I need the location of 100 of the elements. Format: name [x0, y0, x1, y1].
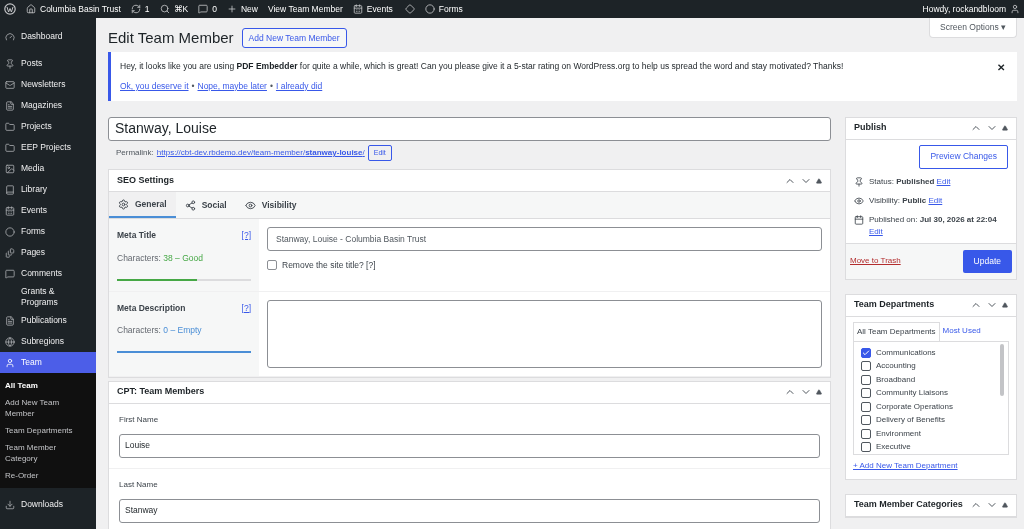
- title-field[interactable]: Stanway, Louise: [108, 116, 831, 141]
- checkbox-label: Accounting: [876, 360, 916, 372]
- checkbox[interactable]: [861, 428, 871, 439]
- checkbox[interactable]: [861, 361, 871, 371]
- wordpress-logo-icon[interactable]: [4, 3, 16, 15]
- collapse-icon[interactable]: [816, 389, 822, 395]
- seo-tab[interactable]: Visibility: [235, 192, 306, 218]
- collapse-icon[interactable]: [1002, 302, 1008, 308]
- text-field[interactable]: Stanway: [119, 498, 820, 523]
- checkbox-label: Remove the site title? [?]: [282, 259, 376, 272]
- category-tab[interactable]: Most Used: [939, 321, 984, 341]
- sidebar-item[interactable]: Comments: [0, 263, 96, 284]
- help-link[interactable]: [?]: [241, 229, 251, 242]
- sidebar-item[interactable]: EEP Projects: [0, 137, 96, 158]
- seo-tab[interactable]: General: [109, 192, 176, 218]
- document-icon: [5, 100, 15, 111]
- home-icon[interactable]: [26, 4, 36, 14]
- notice-link[interactable]: Ok, you deserve it: [120, 79, 189, 93]
- sidebar-item[interactable]: Downloads: [0, 494, 96, 515]
- search-icon[interactable]: [159, 4, 170, 14]
- submenu-item[interactable]: All Team: [0, 377, 80, 394]
- checkbox[interactable]: [861, 374, 871, 385]
- checkbox[interactable]: [267, 260, 277, 271]
- admin-bar-link[interactable]: 0: [212, 2, 217, 16]
- checkbox[interactable]: [861, 388, 871, 398]
- sidebar-item[interactable]: Newsletters: [0, 74, 96, 95]
- trash-link[interactable]: Move to Trash: [850, 255, 901, 267]
- add-department-link[interactable]: + Add New Team Department: [853, 459, 1009, 472]
- checkbox[interactable]: [861, 442, 871, 452]
- circle-icon[interactable]: [424, 4, 435, 14]
- mail-icon: [5, 79, 15, 90]
- image-icon: [5, 163, 15, 174]
- preview-button[interactable]: Preview Changes: [919, 144, 1008, 169]
- eye-icon: [244, 199, 256, 211]
- admin-bar-link[interactable]: View Team Member: [267, 2, 343, 16]
- admin-bar-link[interactable]: 1: [144, 2, 150, 16]
- sidebar-item[interactable]: Subregions: [0, 331, 96, 352]
- sidebar-item[interactable]: Publications: [0, 310, 96, 331]
- checkbox[interactable]: [861, 401, 871, 412]
- seo-tab[interactable]: Social: [175, 192, 236, 218]
- sidebar-item[interactable]: Team: [0, 352, 96, 373]
- submenu-item[interactable]: Add New Team Member: [0, 394, 80, 422]
- checkbox-label: Broadband: [876, 373, 916, 386]
- gear-icon: [118, 198, 129, 210]
- edit-link[interactable]: Edit: [869, 226, 883, 236]
- meta-description-field[interactable]: [267, 299, 822, 368]
- submenu-item[interactable]: Re-Order: [0, 467, 80, 484]
- refresh-icon[interactable]: [130, 4, 141, 14]
- panel-title: Team Departments: [854, 298, 935, 312]
- admin-bar-link[interactable]: New: [240, 2, 258, 16]
- panel-title: CPT: Team Members: [117, 385, 205, 399]
- sidebar-item[interactable]: Media: [0, 158, 96, 179]
- submenu-item[interactable]: Team Departments: [0, 422, 80, 439]
- category-tab[interactable]: All Team Departments: [853, 321, 940, 341]
- panel-title: Team Member Categories: [854, 498, 963, 512]
- update-button[interactable]: Update: [962, 249, 1012, 273]
- character-count: Characters: 0 – Empty: [117, 324, 203, 337]
- checkbox[interactable]: [861, 415, 871, 425]
- sidebar-item[interactable]: Posts: [0, 53, 96, 74]
- checkbox-label: Community Liaisons: [876, 387, 949, 399]
- screen-options-button[interactable]: Screen Options ▾: [929, 18, 1017, 38]
- user-icon[interactable]: [1010, 4, 1020, 14]
- sidebar-item[interactable]: Events: [0, 200, 96, 221]
- meta-title-field[interactable]: Stanway, Louise - Columbia Basin Trust: [267, 227, 822, 251]
- sidebar-item[interactable]: Dashboard: [0, 26, 96, 47]
- calendar-icon[interactable]: [352, 4, 363, 14]
- admin-bar-link[interactable]: ⌘K: [173, 2, 189, 16]
- permalink-link[interactable]: https://cbt-dev.rbdemo.dev/team-member/stanway-louise/: [156, 146, 365, 159]
- page-title: Edit Team Member: [108, 27, 234, 48]
- collapse-icon[interactable]: [816, 177, 822, 184]
- edit-link[interactable]: Edit: [928, 195, 943, 205]
- comment-icon[interactable]: [198, 4, 209, 14]
- share-icon: [184, 199, 196, 211]
- admin-bar-link[interactable]: Events: [366, 2, 393, 16]
- submenu-item[interactable]: Team Member Category: [0, 439, 80, 467]
- close-button[interactable]: ✕: [997, 60, 1005, 75]
- publish-info: Visibility: Public Edit: [869, 194, 943, 207]
- sidebar-item[interactable]: Projects: [0, 116, 96, 137]
- help-link[interactable]: [?]: [241, 301, 251, 315]
- sidebar-item[interactable]: Magazines: [0, 95, 96, 116]
- sidebar-item[interactable]: Library: [0, 179, 96, 200]
- field-label: Meta Description: [117, 301, 186, 315]
- sidebar-item[interactable]: Grants & Programs: [0, 284, 96, 310]
- collapse-icon[interactable]: [1002, 502, 1008, 508]
- add-new-button[interactable]: Add New Team Member: [241, 28, 347, 48]
- scrollbar-thumb[interactable]: [1000, 343, 1004, 396]
- edit-link[interactable]: Edit: [936, 176, 951, 186]
- admin-bar-link[interactable]: Columbia Basin Trust: [40, 2, 121, 16]
- plus-icon[interactable]: [226, 4, 237, 14]
- checkbox[interactable]: [861, 347, 871, 358]
- notice-link[interactable]: Nope, maybe later: [197, 79, 267, 93]
- text-field[interactable]: Louise: [119, 433, 820, 458]
- notice-link[interactable]: I already did: [275, 79, 323, 93]
- sidebar-item[interactable]: Forms: [0, 221, 96, 242]
- admin-bar-link[interactable]: Forms: [438, 2, 463, 16]
- diamond-icon[interactable]: [404, 4, 415, 14]
- user-icon: [5, 357, 15, 368]
- account-link[interactable]: Howdy, rockandbloom: [922, 2, 1006, 16]
- collapse-icon[interactable]: [1002, 125, 1008, 131]
- sidebar-item[interactable]: Pages: [0, 242, 96, 263]
